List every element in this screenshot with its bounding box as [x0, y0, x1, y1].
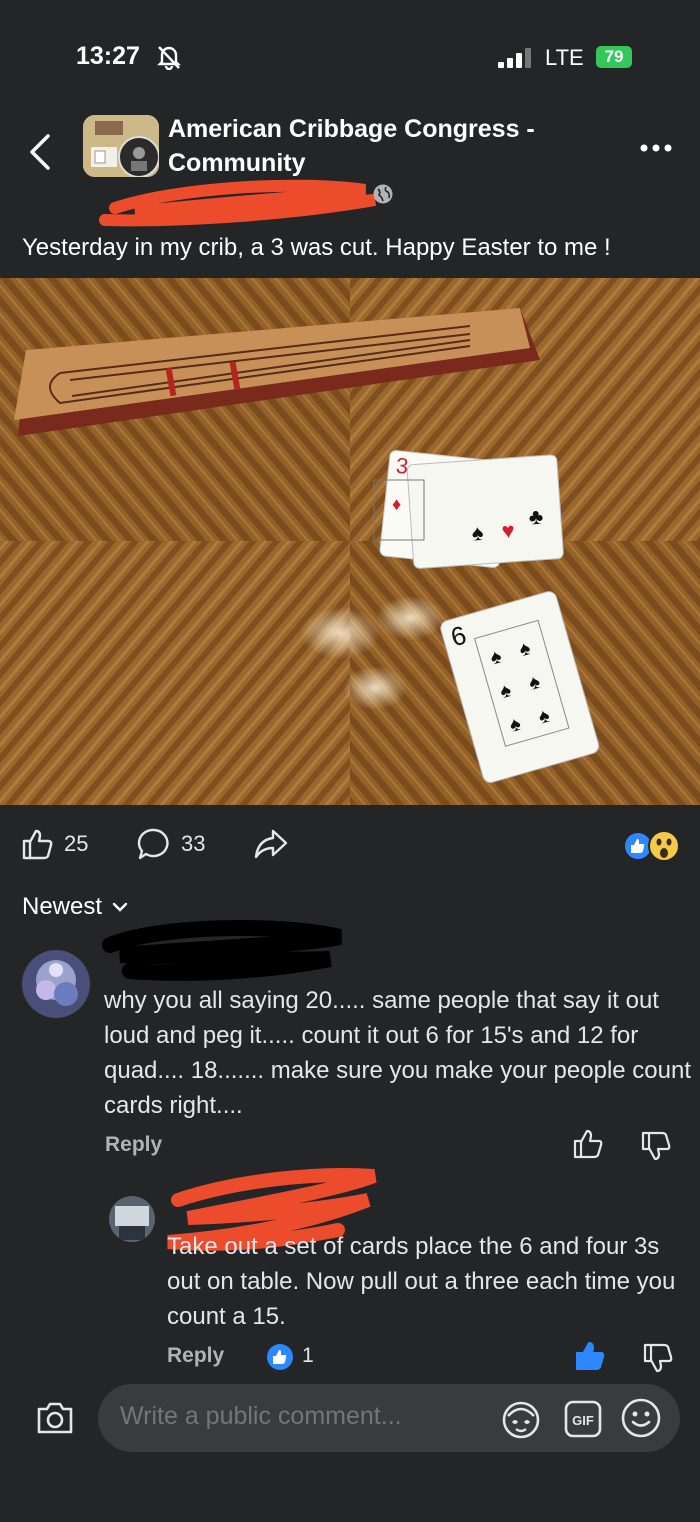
svg-text:♣: ♣: [528, 504, 544, 530]
reply-button[interactable]: Reply: [105, 1133, 162, 1157]
status-time: 13:27: [76, 42, 140, 70]
globe-icon: [373, 184, 393, 204]
group-avatar[interactable]: [83, 115, 159, 177]
camera-icon[interactable]: [35, 1399, 75, 1437]
comment-count: 33: [181, 831, 206, 856]
commenter-avatar[interactable]: [22, 950, 90, 1018]
svg-text:GIF: GIF: [572, 1413, 594, 1428]
like-reaction-icon: [267, 1344, 293, 1370]
thumbs-up-icon[interactable]: [572, 1128, 604, 1160]
comment-bubble-icon: [137, 828, 169, 860]
bell-slash-icon: [157, 46, 181, 70]
network-type: LTE: [545, 45, 584, 70]
back-chevron-icon[interactable]: [26, 132, 54, 172]
more-icon[interactable]: [636, 138, 676, 158]
reaction-summary-icon[interactable]: [622, 829, 682, 863]
svg-text:♠: ♠: [471, 520, 485, 546]
battery-icon: 79: [596, 46, 632, 68]
sort-label: Newest: [22, 893, 103, 920]
post-text: Yesterday in my crib, a 3 was cut. Happy…: [22, 234, 611, 261]
avatar-sticker-icon[interactable]: [500, 1398, 542, 1440]
chevron-down-icon: [112, 902, 128, 912]
redaction-scribble: [102, 919, 342, 981]
comment-like-count: 1: [302, 1344, 314, 1367]
emoji-icon[interactable]: [620, 1397, 662, 1439]
svg-text:♦: ♦: [392, 494, 401, 514]
share-button[interactable]: [253, 826, 289, 862]
comment-text: Take out a set of cards place the 6 and …: [167, 1233, 676, 1330]
comment-input[interactable]: [120, 1402, 480, 1431]
thumbs-up-icon: [22, 829, 53, 860]
like-count: 25: [64, 831, 89, 856]
comment-text: why you all saying 20..... same people t…: [104, 987, 692, 1119]
thumbs-down-icon[interactable]: [642, 1342, 674, 1374]
thumbs-down-icon[interactable]: [640, 1130, 672, 1162]
like-button[interactable]: 25: [20, 826, 88, 862]
share-arrow-icon: [254, 829, 288, 859]
reply-button[interactable]: Reply: [167, 1344, 224, 1368]
gif-icon[interactable]: GIF: [563, 1399, 603, 1439]
post-photo[interactable]: 3 ♠ ♥ ♣ ♦ 6 ♠ ♠ ♠ ♠ ♠ ♠: [0, 278, 700, 805]
comment-button[interactable]: 33: [137, 826, 205, 862]
thumbs-up-icon[interactable]: [574, 1340, 606, 1372]
redaction-scribble: [99, 179, 377, 227]
svg-text:♥: ♥: [501, 518, 516, 544]
signal-icon: [498, 48, 531, 68]
